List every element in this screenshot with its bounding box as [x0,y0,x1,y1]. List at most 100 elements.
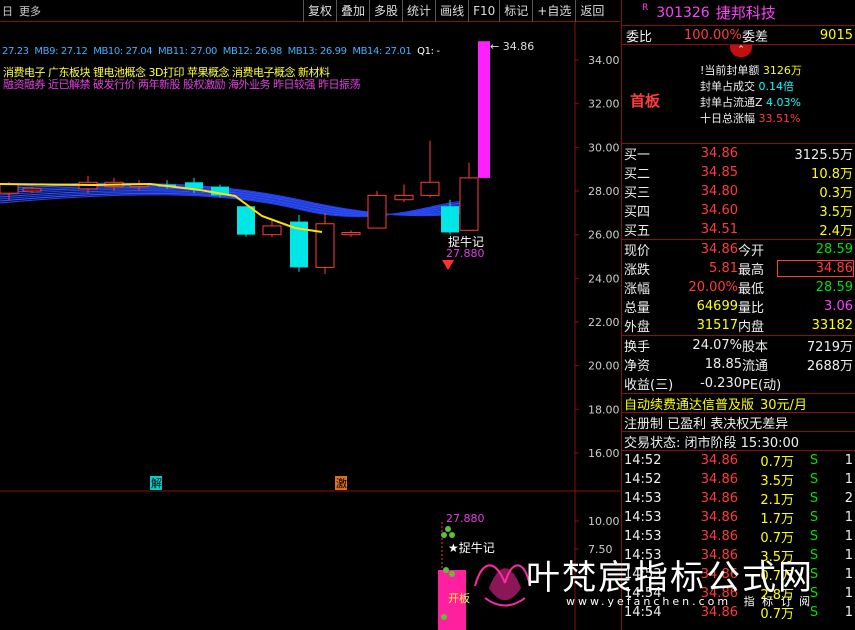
seal-stats: !当前封单额 3126万 封单占成交 0.14倍 封单占流通Z 4.03% 十日… [700,63,802,127]
candle-body [367,194,387,229]
signal-dot-icon [441,614,447,620]
ji-label: 激 [336,476,347,490]
more-menu[interactable]: 更多 [19,3,41,19]
fund-row: 换手 24.07% 股本 7219万 [624,338,853,355]
bid-book: 买一 34.86 3125.5万 买二 34.85 10.8万 买三 34.80 0.3万 … [622,144,855,240]
promo-text[interactable]: 自动续费通达信普及版 [624,394,754,413]
y-tick-label: 22.00 [588,316,620,329]
f10-button[interactable]: F10 [468,0,499,22]
kaiban-label: 开板 [448,591,470,605]
candle-body [394,194,414,201]
stats-block: 现价 34.86 今开 28.59 涨跌 5.81 最高 34.86 涨幅 20.00% 最低 2… [622,240,855,336]
stats-row: 涨幅 20.00% 最低 28.59 [624,280,853,297]
candle-body [262,225,282,236]
tick-row: 14:53 34.86 0.7万 S 1 [624,529,853,546]
sub-value-label: 27.880 [446,512,485,525]
weicha-value: 9015 [819,27,853,43]
r-badge: R [642,2,649,13]
ma-values-bar: 27.23 MB9: 27.12 MB10: 27.04 MB11: 27.00… [2,46,462,57]
y-tick-label: 10.00 [588,515,620,528]
watermark-title: 叶梵宸指标公式网 [526,558,814,598]
y-tick-label: 16.00 [588,447,620,460]
signal-dot-icon [449,532,455,538]
watermark-url: www.yefanchen.com 指 标 订 阅 [566,595,813,608]
candle-body [459,177,479,231]
seal-box: ⌃ 首板 !当前封单额 3126万 封单占成交 0.14倍 封单占流通Z 4.0… [622,45,855,144]
signal-dot-icon [443,567,449,573]
bid-row: 买一 34.86 3125.5万 [624,146,853,163]
candle-body [0,183,19,194]
seal-row: !当前封单额 3126万 [700,64,802,77]
stock-code: 301326 [656,4,710,21]
candle-body [478,41,490,178]
stock-header: R 301326 捷邦科技 [622,0,855,26]
fund-row: 净资 18.85 流通 2688万 [624,357,853,374]
concept-tags-secondary: 融资融券 近已解禁 破发行价 两年新股 股权激励 海外业务 昨日较强 昨日振荡 [3,78,360,91]
first-board-title: 首板 [630,92,661,110]
collapse-icon[interactable]: ⌃ [730,45,752,57]
add-watchlist-button[interactable]: +自选 [532,0,575,22]
ma-value: MB9: 27.12 [34,46,88,57]
candle-body [315,223,335,268]
mark-button[interactable]: 标记 [499,0,532,22]
chart-toolbar: 日 更多 复权 叠加 多股 统计 画线 F10 标记 +自选 返回 [0,0,620,22]
seal-row: 封单占成交 0.14倍 [700,80,794,93]
signal-dot-icon [441,532,447,538]
jie-label: 解 [151,476,162,490]
bid-row: 买二 34.85 10.8万 [624,165,853,182]
kline-chart[interactable]: 34.00 32.00 30.00 28.00 26.00 24.00 22.00 20.00… [0,22,620,630]
stock-name: 捷邦科技 [715,4,776,22]
bid-row: 买五 34.51 2.4万 [624,222,853,239]
stats-row: 涨跌 5.81 最高 34.86 [624,260,854,278]
candle-body [237,206,255,235]
reg-row: 注册制 已盈利 表决权无差异 [622,413,855,432]
weibi-label: 委比 [626,29,653,45]
ma-value: MB12: 26.98 [222,46,282,57]
bid-row: 买四 34.60 3.5万 [624,203,853,220]
quote-panel: R 301326 捷邦科技 委比 100.00% 委差 9015 ⌃ 首板 !当… [621,0,855,630]
y-tick-label: 28.00 [588,185,620,198]
bid-row: 买三 34.80 0.3万 [624,184,853,201]
statistics-button[interactable]: 统计 [402,0,435,22]
ma-value: Q1: - [417,46,440,57]
multi-stock-button[interactable]: 多股 [369,0,402,22]
y-tick-label: 30.00 [588,141,620,154]
candle-body [22,188,42,192]
seal-row: 封单占流通Z 4.03% [700,96,801,109]
ma-value: MB14: 27.01 [352,46,412,57]
y-tick-label: 34.00 [588,54,620,67]
back-button[interactable]: 返回 [575,0,608,22]
ma-value: MB10: 27.04 [93,46,153,57]
tick-row: 14:52 34.86 3.5万 S 1 [624,472,853,489]
candle-body [341,231,361,236]
stats-row: 外盘 31517 内盘 33182 [624,318,853,335]
promo-price: 30元/月 [760,397,807,413]
ma-value: MB11: 27.00 [158,46,218,57]
candle-body [441,206,459,233]
draw-line-button[interactable]: 画线 [435,0,468,22]
sub-catch-label: ★捉牛记 [448,540,495,555]
tick-row: 14:52 34.86 0.7万 S 1 [624,453,853,470]
signal-dot-icon [445,526,451,532]
weicha-label: 委差 [742,29,769,45]
y-tick-label: 26.00 [588,229,620,242]
low-marker-label: 27.880 [446,247,485,260]
seal-row: 十日总涨幅 33.51% [700,112,801,125]
ma-value: 27.23 [2,46,29,57]
fuquan-button[interactable]: 复权 [303,0,336,22]
kline-svg: 34.00 32.00 30.00 28.00 26.00 24.00 22.00 20.00… [0,22,620,630]
stats-row: 总量 64699 量比 3.06 [624,299,853,316]
trade-state-row: 交易状态: 闭市阶段 15:30:00 [622,432,855,451]
y-tick-label: 24.00 [588,272,620,285]
tick-row: 14:53 34.86 2.1万 S 2 [624,491,853,508]
fundamentals-block: 换手 24.07% 股本 7219万 净资 18.85 流通 2688万 收益(三) -0.2… [622,336,855,394]
toolbar-left: 日 更多 [0,3,303,19]
overlay-button[interactable]: 叠加 [336,0,369,22]
stats-row: 现价 34.86 今开 28.59 [624,242,853,259]
diamond-icon [442,260,454,270]
ma-value: MB13: 26.99 [287,46,347,57]
tick-row: 14:53 34.86 1.7万 S 1 [624,510,853,527]
period-label[interactable]: 日 [2,3,13,19]
y-tick-label: 32.00 [588,98,620,111]
promo-row[interactable]: 自动续费通达信普及版 30元/月 [622,394,855,413]
